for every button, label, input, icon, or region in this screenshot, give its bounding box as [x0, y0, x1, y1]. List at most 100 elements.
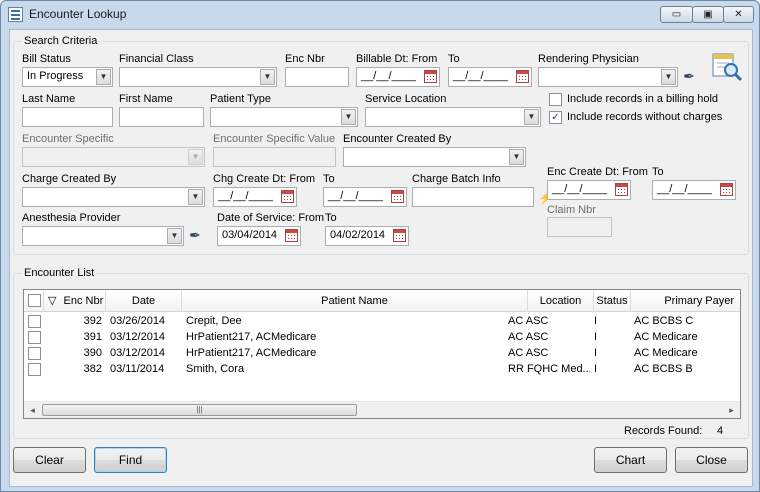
- minimize-button[interactable]: ▭: [660, 6, 693, 23]
- chevron-down-icon[interactable]: ▼: [341, 109, 356, 125]
- table-row[interactable]: 382 03/11/2014 Smith, Cora RR FQHC Med... I A…: [24, 361, 740, 377]
- without-charges-label: Include records without charges: [567, 111, 723, 123]
- enc-create-dt-to-value: __/__/____: [657, 183, 713, 195]
- chevron-down-icon[interactable]: ▼: [524, 109, 539, 125]
- chg-create-dt-from-label: Chg Create Dt: From: [213, 173, 316, 185]
- billable-dt-from-input[interactable]: __/__/____: [356, 67, 440, 87]
- status-column-header[interactable]: Status: [594, 290, 631, 312]
- location-column-header[interactable]: Location: [528, 290, 594, 312]
- grid-header: ▽ Enc Nbr Date Patient Name Location Sta…: [24, 290, 740, 312]
- enc-create-dt-from-value: __/__/____: [552, 183, 608, 195]
- status-cell: I: [594, 347, 598, 359]
- rendering-physician-dropdown[interactable]: ▼: [538, 67, 678, 87]
- table-row[interactable]: 392 03/26/2014 Crepit, Dee AC ASC I AC BCBS C: [24, 313, 740, 329]
- clear-button[interactable]: Clear: [13, 447, 86, 473]
- encounter-specific-label: Encounter Specific: [22, 133, 114, 145]
- first-name-input[interactable]: [119, 107, 204, 127]
- horizontal-scrollbar[interactable]: ◂ ||| ▸: [24, 401, 740, 418]
- enc-create-dt-from-input[interactable]: __/__/____: [547, 180, 631, 200]
- enc-nbr-column-header[interactable]: ▽ Enc Nbr: [44, 290, 106, 312]
- enc-nbr-input[interactable]: [285, 67, 349, 87]
- close-window-button[interactable]: ✕: [723, 6, 754, 23]
- scroll-thumb[interactable]: |||: [42, 404, 357, 416]
- financial-class-label: Financial Class: [119, 53, 194, 65]
- billing-hold-label: Include records in a billing hold: [567, 93, 719, 105]
- chg-create-dt-from-input[interactable]: __/__/____: [213, 187, 297, 207]
- anesthesia-picker-icon[interactable]: ✒: [186, 226, 204, 244]
- calendar-icon[interactable]: [720, 183, 733, 196]
- encounter-specific-value-label: Encounter Specific Value: [213, 133, 336, 145]
- table-row[interactable]: 390 03/12/2014 HrPatient217, ACMedicare AC …: [24, 345, 740, 361]
- charge-created-by-dropdown[interactable]: ▼: [22, 187, 205, 207]
- charge-batch-info-input[interactable]: [412, 187, 534, 207]
- chevron-down-icon[interactable]: ▼: [188, 189, 203, 205]
- date-of-service-to-input[interactable]: 04/02/2014: [325, 226, 409, 246]
- row-select-checkbox[interactable]: [28, 331, 41, 344]
- anesthesia-provider-dropdown[interactable]: ▼: [22, 226, 184, 246]
- calendar-icon[interactable]: [285, 229, 298, 242]
- encounter-grid[interactable]: ▽ Enc Nbr Date Patient Name Location Sta…: [23, 289, 741, 419]
- chevron-down-icon[interactable]: ▼: [96, 69, 111, 85]
- select-all-checkbox[interactable]: [28, 294, 41, 307]
- enc-nbr-cell: 391: [83, 331, 102, 343]
- primary-payer-cell: AC BCBS B: [634, 363, 693, 375]
- chg-create-dt-to-input[interactable]: __/__/____: [323, 187, 407, 207]
- app-icon: [8, 7, 23, 22]
- search-lookup-icon[interactable]: [711, 50, 743, 82]
- calendar-icon[interactable]: [393, 229, 406, 242]
- billable-dt-to-input[interactable]: __/__/____: [448, 67, 532, 87]
- chart-button[interactable]: Chart: [594, 447, 667, 473]
- row-select-checkbox[interactable]: [28, 315, 41, 328]
- enc-nbr-cell: 390: [83, 347, 102, 359]
- chg-create-dt-from-value: __/__/____: [218, 190, 274, 202]
- chevron-down-icon[interactable]: ▼: [260, 69, 275, 85]
- calendar-icon[interactable]: [281, 190, 294, 203]
- encounter-created-by-dropdown[interactable]: ▼: [343, 147, 526, 167]
- find-button[interactable]: Find: [94, 447, 167, 473]
- scroll-right-icon[interactable]: ▸: [723, 402, 740, 418]
- calendar-icon[interactable]: [424, 70, 437, 83]
- last-name-input[interactable]: [22, 107, 113, 127]
- chevron-down-icon[interactable]: ▼: [167, 228, 182, 244]
- date-cell: 03/12/2014: [110, 347, 166, 359]
- physician-picker-icon[interactable]: ✒: [680, 67, 698, 85]
- records-found-label: Records Found:: [624, 425, 703, 437]
- calendar-icon[interactable]: [516, 70, 529, 83]
- enc-nbr-header-label: Enc Nbr: [63, 295, 104, 307]
- billing-hold-checkbox[interactable]: [549, 93, 562, 106]
- row-select-checkbox[interactable]: [28, 363, 41, 376]
- enc-create-dt-to-input[interactable]: __/__/____: [652, 180, 736, 200]
- chevron-down-icon[interactable]: ▼: [661, 69, 676, 85]
- rendering-physician-label: Rendering Physician: [538, 53, 639, 65]
- encounter-specific-value-input: [213, 147, 336, 167]
- chevron-down-icon[interactable]: ▼: [509, 149, 524, 165]
- encounter-list-title: Encounter List: [22, 267, 97, 279]
- without-charges-checkbox[interactable]: ✓: [549, 111, 562, 124]
- service-location-dropdown[interactable]: ▼: [365, 107, 541, 127]
- enc-nbr-cell: 382: [83, 363, 102, 375]
- claim-nbr-label: Claim Nbr: [547, 204, 596, 216]
- date-column-header[interactable]: Date: [106, 290, 182, 312]
- table-row[interactable]: 391 03/12/2014 HrPatient217, ACMedicare AC …: [24, 329, 740, 345]
- chg-create-dt-to-label: To: [323, 173, 335, 185]
- close-button[interactable]: Close: [675, 447, 748, 473]
- financial-class-dropdown[interactable]: ▼: [119, 67, 277, 87]
- title-bar[interactable]: Encounter Lookup ▭ ▣ ✕: [1, 1, 759, 29]
- service-location-label: Service Location: [365, 93, 447, 105]
- first-name-label: First Name: [119, 93, 173, 105]
- window-title: Encounter Lookup: [29, 7, 127, 21]
- status-cell: I: [594, 331, 598, 343]
- primary-payer-column-header[interactable]: Primary Payer: [631, 290, 740, 312]
- bill-status-dropdown[interactable]: In Progress ▼: [22, 67, 113, 87]
- billable-dt-to-label: To: [448, 53, 460, 65]
- scroll-left-icon[interactable]: ◂: [24, 402, 41, 418]
- date-of-service-from-input[interactable]: 03/04/2014: [217, 226, 301, 246]
- maximize-button[interactable]: ▣: [692, 6, 724, 23]
- patient-type-dropdown[interactable]: ▼: [210, 107, 358, 127]
- select-all-header[interactable]: [24, 290, 44, 312]
- patient-name-column-header[interactable]: Patient Name: [182, 290, 528, 312]
- location-cell: RR FQHC Med...: [508, 363, 590, 375]
- calendar-icon[interactable]: [391, 190, 404, 203]
- calendar-icon[interactable]: [615, 183, 628, 196]
- row-select-checkbox[interactable]: [28, 347, 41, 360]
